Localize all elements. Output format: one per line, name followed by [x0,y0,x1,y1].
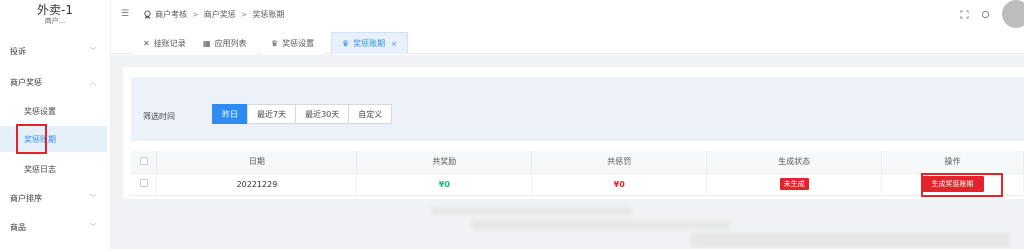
reward-cell: ¥0 [356,173,533,196]
row-select-cell [131,173,158,196]
sidebar-group-label: 商户排序 [10,193,42,203]
menu-collapse-icon[interactable]: ☰ [121,9,129,19]
brand-title: 外卖-1 [37,3,73,17]
tab-billing-records[interactable]: ✕ 挂账记录 [133,32,196,54]
refresh-icon[interactable] [981,10,990,19]
main-content: 筛选时间 昨日 最近7天 最近30天 自定义 日期 共奖励 共惩罚 生成状态 操… [111,55,1024,249]
penalty-cell: ¥0 [531,173,708,196]
breadcrumb-item[interactable]: 商户考核 [155,10,187,19]
chevron-down-icon: ﹀ [89,194,97,202]
medal-icon [144,9,151,19]
filter-custom-button[interactable]: 自定义 [348,104,393,124]
top-header: ☰ 商户考核 > 商户奖惩 > 奖惩账期 [111,0,1024,28]
tab-label: 奖惩设置 [282,38,315,48]
date-cell: 20221229 [156,173,358,196]
medal-icon: ♛ [342,39,350,48]
chevron-down-icon: ﹀ [89,47,97,55]
blurred-text [431,207,631,215]
table-header-row: 日期 共奖励 共惩罚 生成状态 操作 [131,151,1024,174]
filter-yesterday-button[interactable]: 昨日 [212,104,248,124]
tab-label: 奖惩账期 [353,39,386,48]
tab-reward-settings[interactable]: ♛ 奖惩设置 [261,32,325,54]
filter-label: 筛选时间 [143,112,175,121]
filter-bar: 筛选时间 昨日 最近7天 最近30天 自定义 [131,77,1024,141]
sidebar-group-label: 商品 [10,222,26,232]
sidebar-group-products[interactable]: 商品 ﹀ [0,214,111,240]
brand: 外卖-1 商户... [0,0,110,36]
brand-subtitle: 商户... [44,17,66,25]
content-panel: 筛选时间 昨日 最近7天 最近30天 自定义 日期 共奖励 共惩罚 生成状态 操… [123,67,1024,199]
sidebar-item-label: 奖惩日志 [24,164,56,174]
breadcrumb-separator: > [192,9,199,19]
sidebar-item-reward-logs[interactable]: 奖惩日志 [0,156,107,182]
tab-bar: ✕ 挂账记录 ▦ 应用列表 ♛ 奖惩设置 ♛ 奖惩账期 × [111,28,1024,54]
grid-icon: ▦ [203,38,211,48]
select-all-checkbox[interactable] [139,156,148,165]
header-actions [960,0,1024,28]
column-header: 共惩罚 [531,151,708,174]
blurred-text [471,221,731,229]
status-cell: 未生成 [706,173,883,196]
column-header: 日期 [156,151,358,174]
table-row: 20221229 ¥0 ¥0 未生成 生成奖惩账期 [131,173,1024,196]
sidebar-group-merchant-sorting[interactable]: 商户排序 ﹀ [0,185,111,211]
avatar[interactable] [1002,0,1024,28]
chevron-down-icon: ﹀ [89,223,97,231]
tab-reward-periods[interactable]: ♛ 奖惩账期 × [331,32,409,54]
close-icon[interactable]: × [391,40,397,48]
highlight-box [16,124,47,154]
column-header: 生成状态 [706,151,883,174]
blurred-text [691,233,1011,247]
sidebar-group-label: 商户奖惩 [10,77,42,87]
tab-label: 应用列表 [214,38,247,48]
sidebar-group-merchant-rewards[interactable]: 商户奖惩 ︿ [0,69,111,95]
highlight-box [921,173,1003,197]
sidebar-item-reward-settings[interactable]: 奖惩设置 [0,98,107,124]
tools-icon: ✕ [143,38,150,48]
fullscreen-icon[interactable] [960,9,969,19]
sidebar-group-label: 投诉 [10,46,26,56]
tab-app-list[interactable]: ▦ 应用列表 [193,32,257,54]
breadcrumb: 商户考核 > 商户奖惩 > 奖惩账期 [143,9,284,20]
date-range-group: 昨日 最近7天 最近30天 自定义 [212,104,393,124]
column-header: 操作 [881,151,1024,174]
sidebar-group-complaints[interactable]: 投诉 ﹀ [0,38,111,64]
breadcrumb-item[interactable]: 商户奖惩 [204,10,236,19]
filter-last-30-days-button[interactable]: 最近30天 [295,104,350,124]
periods-table: 日期 共奖励 共惩罚 生成状态 操作 20221229 ¥0 ¥0 未生成 生成… [131,151,1024,196]
select-all-cell [131,151,158,174]
medal-icon: ♛ [271,38,279,48]
row-checkbox[interactable] [139,179,148,187]
breadcrumb-separator: > [240,9,248,19]
status-badge: 未生成 [779,178,809,190]
chevron-up-icon: ︿ [89,78,97,86]
sidebar-item-label: 奖惩设置 [24,106,56,116]
tab-label: 挂账记录 [153,38,186,48]
column-header: 共奖励 [356,151,533,174]
breadcrumb-item: 奖惩账期 [252,9,285,19]
filter-last-7-days-button[interactable]: 最近7天 [247,104,297,124]
sidebar: 外卖-1 商户... 投诉 ﹀ 商户奖惩 ︿ 奖惩设置 奖惩账期 奖惩日志 商户… [0,0,111,249]
